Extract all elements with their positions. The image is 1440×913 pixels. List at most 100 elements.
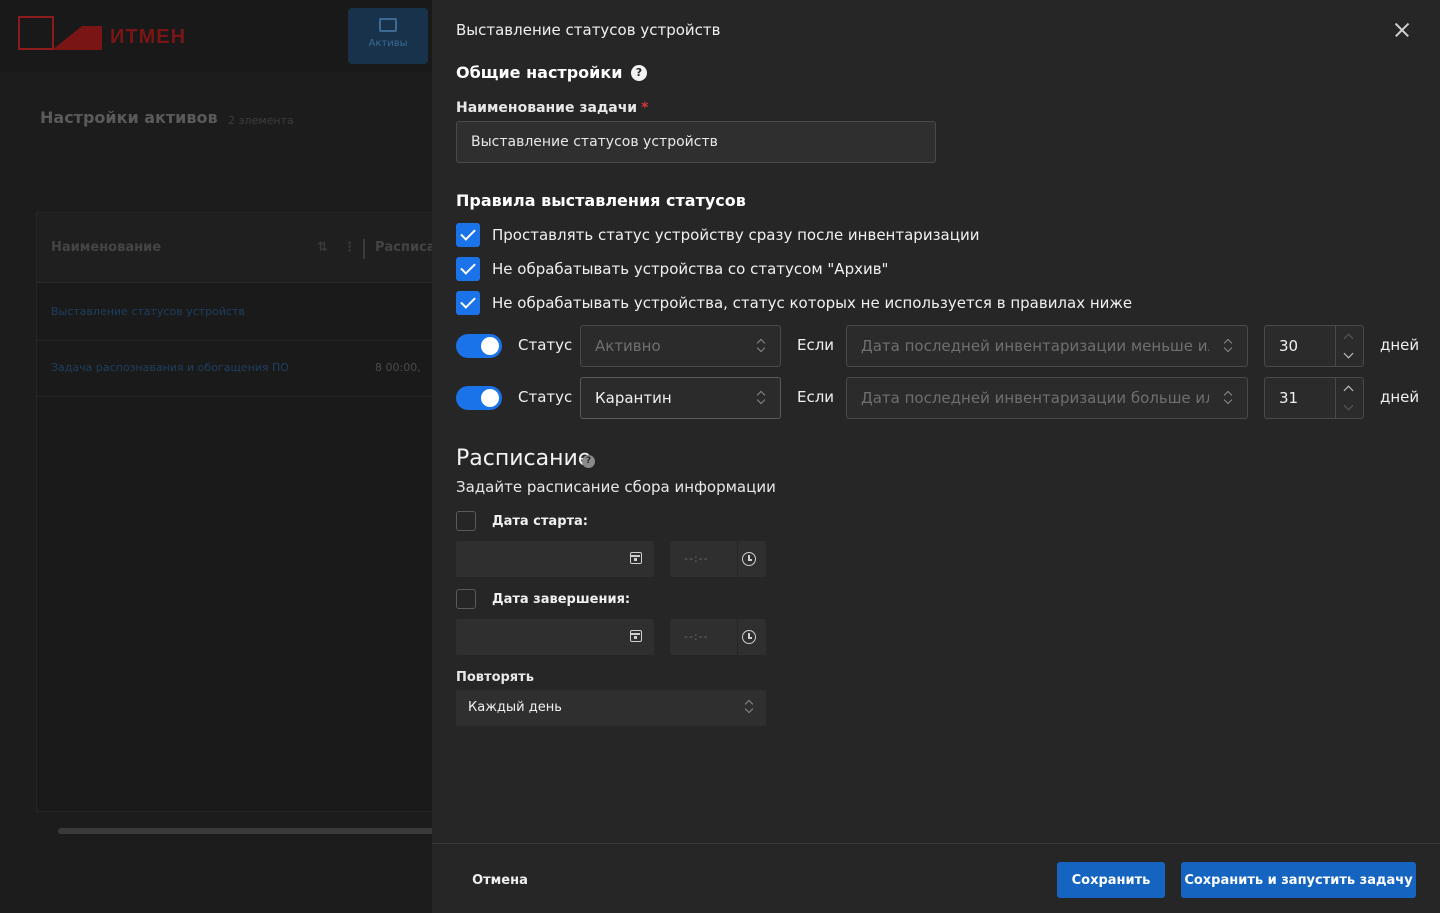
days-number-input[interactable]: 30 [1264,325,1364,367]
checkbox-skip-archived[interactable] [456,257,480,281]
condition-select[interactable]: Дата последней инвентаризации меньше или… [846,325,1248,367]
company-logo: ИТМЕН [18,16,185,52]
start-date-checkbox[interactable] [456,511,476,531]
task-name-input[interactable] [456,121,936,163]
start-date-label: Дата старта: [492,513,589,529]
row-schedule: 8 00:00, [375,361,421,374]
save-button[interactable]: Сохранить [1057,862,1165,898]
sort-icon[interactable]: ⇅ [317,240,328,255]
rules-heading: Правила выставления статусов [456,191,746,210]
chevron-updown-icon [756,338,766,354]
table-row[interactable]: Задача распознавания и обогащения ПО 8 0… [37,341,457,397]
column-header-name[interactable]: Наименование [51,240,161,255]
status-select[interactable]: Карантин [580,377,781,419]
page-count: 2 элемента [228,114,294,127]
time-placeholder: --:-- [684,630,709,643]
toggle-knob [481,337,499,355]
rule-enabled-toggle[interactable] [456,386,502,410]
end-time-input[interactable]: --:-- [670,619,766,655]
days-number-input[interactable]: 31 [1264,377,1364,419]
start-date-checkbox-row[interactable]: Дата старта: [456,509,588,533]
tasks-table: Наименование ⇅ ⋮ Расписа Выставление ста… [36,212,457,812]
start-time-input[interactable]: --:-- [670,541,766,577]
chevron-updown-icon [756,390,766,406]
help-icon[interactable]: ? [631,65,647,81]
logo-text: ИТМЕН [110,26,187,48]
end-date-checkbox[interactable] [456,589,476,609]
end-date-label: Дата завершения: [492,591,631,607]
checkbox-row-set-after-inventory[interactable]: Проставлять статус устройству сразу посл… [456,223,979,247]
status-select-value: Активно [595,337,661,355]
start-date-input[interactable] [456,541,654,577]
increment-icon[interactable] [1343,333,1354,344]
clock-icon[interactable] [742,552,756,566]
nav-tab-label: Активы [368,38,408,49]
chevron-updown-icon [1223,390,1233,406]
checkbox-row-skip-archived[interactable]: Не обрабатывать устройства со статусом "… [456,257,888,281]
column-header-schedule[interactable]: Расписа [375,240,436,255]
table-horizontal-scrollbar[interactable] [58,828,438,834]
drawer-footer: Отмена Сохранить Сохранить и запустить з… [432,843,1440,913]
repeat-label: Повторять [456,670,534,685]
calendar-icon[interactable] [630,630,642,642]
status-select[interactable]: Активно [580,325,781,367]
column-menu-icon[interactable]: ⋮ [343,240,356,255]
status-task-drawer: Выставление статусов устройств Общие нас… [432,0,1440,913]
required-mark: * [641,100,649,116]
status-select-value: Карантин [595,389,672,407]
checkbox-skip-unused-statuses[interactable] [456,291,480,315]
schedule-heading: Расписание [456,446,592,471]
checkbox-set-after-inventory[interactable] [456,223,480,247]
days-label: дней [1380,336,1420,354]
decrement-icon[interactable] [1343,348,1354,359]
cancel-button[interactable]: Отмена [456,862,544,898]
close-icon[interactable] [1390,18,1414,42]
schedule-help-icon[interactable]: ? [582,455,595,468]
time-divider [737,541,738,577]
clock-icon[interactable] [742,630,756,644]
checkbox-row-skip-unused-statuses[interactable]: Не обрабатывать устройства, статус котор… [456,291,1132,315]
status-label: Статус [518,336,573,354]
if-label: Если [797,336,835,354]
decrement-icon[interactable] [1343,400,1354,411]
schedule-subtitle: Задайте расписание сбора информации [456,478,776,496]
condition-select-value: Дата последней инвентаризации меньше или… [861,337,1209,355]
days-label: дней [1380,388,1420,406]
logo-mark-icon [52,26,102,50]
column-divider [363,239,365,259]
end-date-checkbox-row[interactable]: Дата завершения: [456,587,630,611]
checkbox-label: Не обрабатывать устройства, статус котор… [492,294,1133,312]
status-label: Статус [518,388,573,406]
drawer-title: Выставление статусов устройств [456,21,721,39]
table-header: Наименование ⇅ ⋮ Расписа [37,213,457,283]
save-and-run-button[interactable]: Сохранить и запустить задачу [1181,862,1416,898]
checkbox-label: Проставлять статус устройству сразу посл… [492,226,980,244]
condition-select[interactable]: Дата последней инвентаризации больше или… [846,377,1248,419]
condition-select-value: Дата последней инвентаризации больше или… [861,389,1209,407]
logo-frame-icon [18,16,54,50]
row-name-link[interactable]: Выставление статусов устройств [51,305,245,318]
task-name-label-text: Наименование задачи [456,100,638,116]
checkbox-label: Не обрабатывать устройства со статусом "… [492,260,889,278]
row-name-link[interactable]: Задача распознавания и обогащения ПО [51,361,289,374]
table-row[interactable]: Выставление статусов устройств [37,285,457,341]
toggle-knob [481,389,499,407]
page-title: Настройки активов [40,108,218,127]
if-label: Если [797,388,835,406]
days-value: 30 [1279,337,1299,355]
status-rule-row: Статус Активно Если Дата последней инвен… [456,325,1426,367]
chevron-updown-icon [744,699,754,715]
folder-icon [379,18,397,32]
number-stepper[interactable] [1335,326,1363,366]
increment-icon[interactable] [1343,385,1354,396]
rule-enabled-toggle[interactable] [456,334,502,358]
days-value: 31 [1279,389,1299,407]
time-divider [737,619,738,655]
repeat-select[interactable]: Каждый день [456,690,766,726]
end-date-input[interactable] [456,619,654,655]
nav-tab-assets[interactable]: Активы [348,8,428,64]
repeat-select-value: Каждый день [468,700,562,715]
calendar-icon[interactable] [630,552,642,564]
number-stepper[interactable] [1335,378,1363,418]
chevron-updown-icon [1223,338,1233,354]
